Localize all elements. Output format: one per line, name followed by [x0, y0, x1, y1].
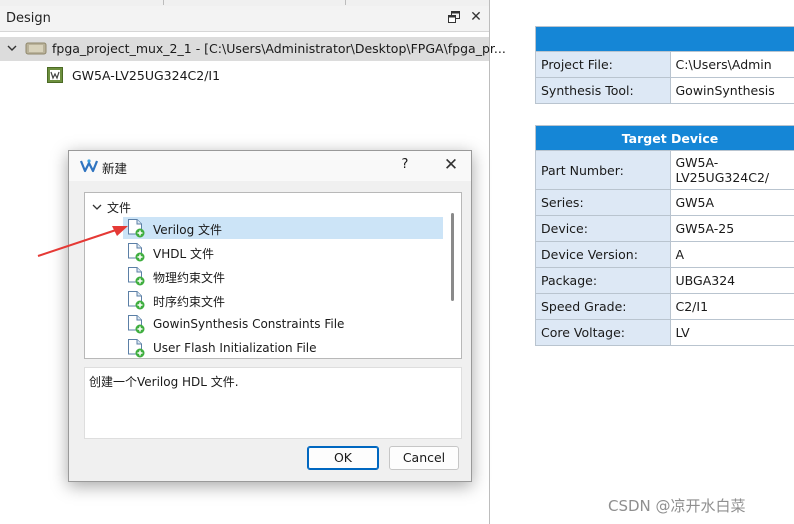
- table-row: Speed Grade: C2/I1: [535, 293, 794, 320]
- gowin-logo-icon: [79, 158, 99, 174]
- help-icon[interactable]: ?: [397, 157, 413, 175]
- dialog-title: 新建: [102, 161, 128, 176]
- project-chip-icon: [25, 42, 47, 55]
- panel-title: Design: [6, 11, 51, 26]
- table-header: Target Device: [535, 125, 794, 151]
- row-value: C:\Users\Admin: [669, 51, 794, 78]
- row-key: Device Version:: [535, 241, 671, 268]
- row-value: GW5A: [669, 189, 794, 216]
- row-key: Speed Grade:: [535, 293, 671, 320]
- item-label: VHDL 文件: [153, 247, 214, 261]
- general-info-table: Project File: C:\Users\Admin Synthesis T…: [535, 26, 794, 104]
- list-scrollbar[interactable]: [451, 213, 454, 301]
- table-row: Core Voltage: LV: [535, 319, 794, 346]
- list-item-physical-constraints[interactable]: 物理约束文件: [123, 265, 443, 287]
- row-value: GW5A- LV25UG324C2/: [669, 150, 794, 190]
- list-item-vhdl[interactable]: VHDL 文件: [123, 241, 443, 263]
- table-row: Project File: C:\Users\Admin: [535, 51, 794, 78]
- row-key: Part Number:: [535, 150, 671, 190]
- file-add-icon: [127, 267, 145, 286]
- item-label: 物理约束文件: [153, 271, 226, 285]
- tree-group-files[interactable]: 文件: [85, 197, 445, 217]
- row-key: Package:: [535, 267, 671, 294]
- row-value: GW5A-25: [669, 215, 794, 242]
- list-item-verilog[interactable]: Verilog 文件: [123, 217, 443, 239]
- close-icon[interactable]: ✕: [468, 8, 484, 26]
- project-label: fpga_project_mux_2_1 - [C:\Users\Adminis…: [52, 41, 506, 56]
- list-item-gowinsynthesis-constraints[interactable]: GowinSynthesis Constraints File: [123, 313, 443, 335]
- watermark: CSDN @凉开水白菜: [608, 497, 746, 515]
- item-label: Verilog 文件: [153, 223, 223, 237]
- tree-item-project[interactable]: fpga_project_mux_2_1 - [C:\Users\Adminis…: [0, 37, 506, 61]
- row-value: A: [669, 241, 794, 268]
- table-row: Package: UBGA324: [535, 267, 794, 294]
- description-box: 创建一个Verilog HDL 文件.: [84, 367, 462, 439]
- row-value: GowinSynthesis: [669, 77, 794, 104]
- ok-button[interactable]: OK: [307, 446, 379, 470]
- chevron-down-icon[interactable]: [6, 41, 18, 55]
- tree-item-device[interactable]: GW5A-LV25UG324C2/I1: [0, 64, 489, 86]
- item-label: User Flash Initialization File: [153, 341, 317, 355]
- list-item-timing-constraints[interactable]: 时序约束文件: [123, 289, 443, 311]
- tab-divider: [163, 0, 164, 5]
- row-key: Synthesis Tool:: [535, 77, 671, 104]
- file-add-icon: [127, 291, 145, 310]
- group-label: 文件: [107, 201, 132, 215]
- file-type-list[interactable]: 文件 Verilog 文件 VHDL 文件 物理约束文件 时序约束文件 Gowi…: [84, 192, 462, 359]
- dialog-titlebar[interactable]: 新建 ? ✕: [69, 151, 471, 181]
- table-row: Device: GW5A-25: [535, 215, 794, 242]
- row-key: Series:: [535, 189, 671, 216]
- file-add-icon: [127, 315, 145, 334]
- row-key: Project File:: [535, 51, 671, 78]
- row-value: UBGA324: [669, 267, 794, 294]
- row-key: Device:: [535, 215, 671, 242]
- part-number-line1: GW5A-: [675, 155, 719, 170]
- red-arrow-icon: [37, 226, 128, 257]
- table-row: Series: GW5A: [535, 189, 794, 216]
- item-label: 时序约束文件: [153, 295, 226, 309]
- float-window-icon[interactable]: [448, 11, 460, 23]
- row-value: C2/I1: [669, 293, 794, 320]
- table-header: [535, 26, 794, 52]
- list-item-user-flash-init[interactable]: User Flash Initialization File: [123, 337, 443, 358]
- new-file-dialog: 新建 ? ✕ 文件 Verilog 文件 VHDL 文件 物理约束文件 时序约束…: [68, 150, 472, 482]
- row-key: Core Voltage:: [535, 319, 671, 346]
- table-row: Part Number: GW5A- LV25UG324C2/: [535, 150, 794, 190]
- row-value: LV: [669, 319, 794, 346]
- table-row: Synthesis Tool: GowinSynthesis: [535, 77, 794, 104]
- dialog-close-button[interactable]: ✕: [440, 154, 462, 176]
- table-row: Device Version: A: [535, 241, 794, 268]
- design-panel-header: Design ✕: [0, 6, 489, 32]
- file-add-icon: [127, 339, 145, 358]
- chevron-down-icon[interactable]: [91, 201, 103, 213]
- device-label: GW5A-LV25UG324C2/I1: [72, 68, 221, 83]
- tab-divider: [345, 0, 346, 5]
- target-device-table: Target Device Part Number: GW5A- LV25UG3…: [535, 125, 794, 346]
- cancel-button[interactable]: Cancel: [389, 446, 459, 470]
- device-chip-icon: [47, 67, 63, 83]
- item-label: GowinSynthesis Constraints File: [153, 317, 345, 331]
- description-text: 创建一个Verilog HDL 文件.: [89, 375, 239, 389]
- part-number-line2: LV25UG324C2/: [675, 170, 770, 185]
